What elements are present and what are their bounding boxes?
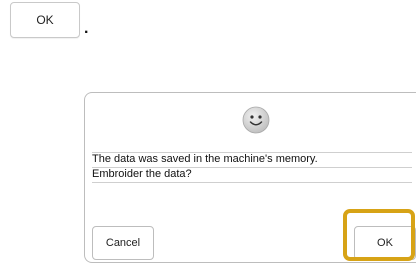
instruction-period: . — [84, 20, 89, 37]
dialog-message-line-2: Embroider the data? — [92, 167, 412, 183]
instruction-ok-button[interactable]: OK — [10, 2, 80, 38]
dialog-message-line-1: The data was saved in the machine's memo… — [92, 152, 412, 167]
smiley-face-icon — [242, 106, 270, 134]
ok-button-highlight — [343, 209, 415, 261]
cancel-button[interactable]: Cancel — [92, 226, 154, 260]
